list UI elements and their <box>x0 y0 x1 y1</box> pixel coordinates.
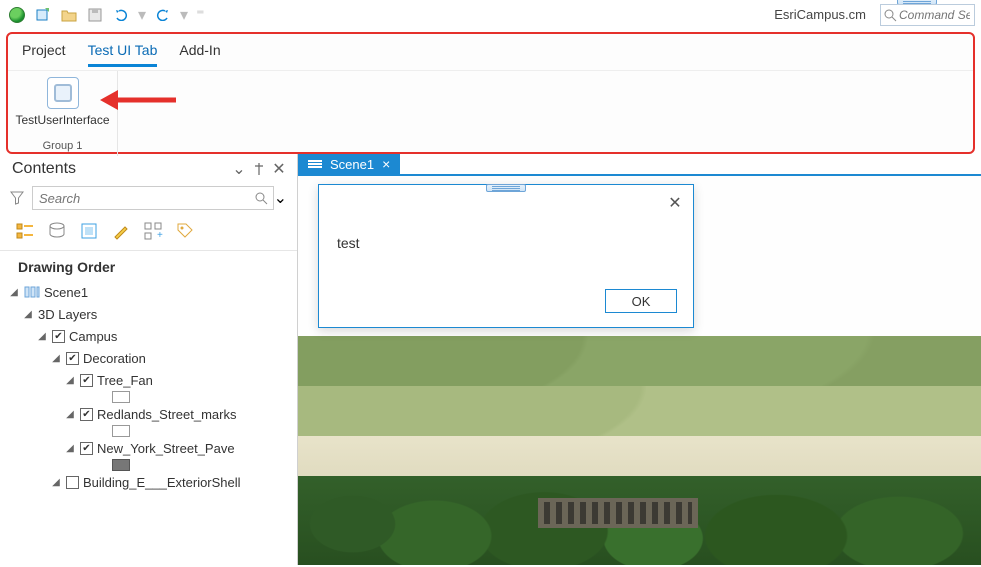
list-by-labeling-icon[interactable] <box>174 220 196 242</box>
tree-redlands[interactable]: ◢ ✔ Redlands_Street_marks <box>8 403 289 425</box>
folder-icon <box>61 8 77 22</box>
ribbon-body: TestUserInterface Group 1 <box>8 70 973 156</box>
dialog-grip[interactable] <box>486 184 526 192</box>
symbol-swatch <box>8 459 289 471</box>
collapse-icon[interactable]: ◢ <box>64 409 76 420</box>
checkbox[interactable]: ✔ <box>80 442 93 455</box>
separator: ▾ <box>136 5 148 25</box>
ribbon-button-label: TestUserInterface <box>8 113 117 127</box>
scene-tab-label: Scene1 <box>330 157 374 172</box>
tree-tree-fan[interactable]: ◢ ✔ Tree_Fan <box>8 369 289 391</box>
tree-newyork[interactable]: ◢ ✔ New_York_Street_Pave <box>8 437 289 459</box>
contents-search-input[interactable] <box>32 186 274 210</box>
tree-campus[interactable]: ◢ ✔ Campus <box>8 325 289 347</box>
new-icon <box>35 7 51 23</box>
project-name: EsriCampus.cm <box>774 7 866 22</box>
contents-title: Contents <box>12 160 76 178</box>
tab-test-ui[interactable]: Test UI Tab <box>88 42 158 67</box>
ribbon-tabs: Project Test UI Tab Add-In <box>8 34 973 67</box>
close-icon[interactable]: ✕ <box>271 161 287 177</box>
open-button[interactable] <box>58 4 80 26</box>
panel-menu-button[interactable]: ⌄ <box>231 161 247 177</box>
tree-label: Building_E___ExteriorShell <box>83 475 241 490</box>
svg-text:+: + <box>157 230 163 241</box>
symbol-swatch <box>8 425 289 437</box>
ribbon-highlight: Project Test UI Tab Add-In TestUserInter… <box>6 32 975 154</box>
app-menu-button[interactable] <box>6 4 28 26</box>
collapse-icon[interactable]: ◢ <box>36 331 48 342</box>
layer-tree: ◢ Scene1 ◢ 3D Layers ◢ ✔ Campus ◢ ✔ Decoration… <box>0 281 297 501</box>
tree-decoration[interactable]: ◢ ✔ Decoration <box>8 347 289 369</box>
tree-label: New_York_Street_Pave <box>97 441 235 456</box>
pin-icon[interactable] <box>251 161 267 177</box>
tab-project[interactable]: Project <box>22 42 66 67</box>
quick-access-toolbar: ▾ ▾ ⁼ EsriCampus.cm <box>0 0 981 30</box>
scene-tabs: Scene1 × <box>298 154 981 176</box>
list-by-selection-icon[interactable] <box>78 220 100 242</box>
ribbon-group-1: TestUserInterface Group 1 <box>8 71 118 156</box>
collapse-icon[interactable]: ◢ <box>8 287 20 298</box>
checkbox[interactable]: ✔ <box>80 374 93 387</box>
qat-customize-dropdown[interactable]: ⁼ <box>194 5 206 25</box>
redo-button[interactable] <box>152 4 174 26</box>
redo-icon <box>155 9 171 21</box>
search-dropdown[interactable]: ⌄ <box>274 188 287 208</box>
contents-header: Contents ⌄ ✕ <box>0 154 297 182</box>
drawing-order-title: Drawing Order <box>0 251 297 281</box>
filter-icon[interactable] <box>10 191 26 205</box>
collapse-icon[interactable]: ◢ <box>50 477 62 488</box>
collapse-icon[interactable]: ◢ <box>64 375 76 386</box>
collapse-icon[interactable]: ◢ <box>64 443 76 454</box>
list-by-source-icon[interactable] <box>46 220 68 242</box>
save-button[interactable] <box>84 4 106 26</box>
contents-search-row: ⌄ <box>0 182 297 216</box>
tree-3d-layers[interactable]: ◢ 3D Layers <box>8 303 289 325</box>
tab-add-in[interactable]: Add-In <box>179 42 220 67</box>
main-row: Contents ⌄ ✕ ⌄ + Drawing Order ◢ Scene1 ◢… <box>0 154 981 565</box>
tree-label: Campus <box>69 329 117 344</box>
search-icon[interactable] <box>254 191 268 205</box>
test-user-interface-button[interactable] <box>47 77 79 109</box>
tree-label: Tree_Fan <box>97 373 153 388</box>
undo-button[interactable] <box>110 4 132 26</box>
scene-tab[interactable]: Scene1 × <box>298 154 400 174</box>
scene-icon <box>24 285 40 299</box>
list-by-snapping-icon[interactable]: + <box>142 220 164 242</box>
ribbon-group-label: Group 1 <box>8 140 117 152</box>
symbol-swatch <box>8 391 289 403</box>
new-button[interactable] <box>32 4 54 26</box>
checkbox[interactable]: ✔ <box>80 408 93 421</box>
message-dialog: ✕ test OK <box>318 184 694 328</box>
checkbox[interactable]: ✔ <box>52 330 65 343</box>
scene-icon <box>308 160 322 168</box>
dialog-message: test <box>337 235 360 251</box>
globe-icon <box>9 7 25 23</box>
ok-button[interactable]: OK <box>605 289 677 313</box>
list-by-drawing-order-icon[interactable] <box>14 220 36 242</box>
save-icon <box>88 8 102 22</box>
search-icon <box>883 8 897 22</box>
checkbox[interactable] <box>66 476 79 489</box>
scene-viewport: Scene1 × ✕ test OK <box>298 154 981 565</box>
tree-building[interactable]: ◢ Building_E___ExteriorShell <box>8 471 289 493</box>
tree-label: Scene1 <box>44 285 88 300</box>
collapse-icon[interactable]: ◢ <box>22 309 34 320</box>
undo-icon <box>113 9 129 21</box>
tree-label: 3D Layers <box>38 307 97 322</box>
command-search[interactable] <box>880 4 975 26</box>
tree-scene[interactable]: ◢ Scene1 <box>8 281 289 303</box>
contents-toolbar: + <box>0 216 297 251</box>
contents-panel: Contents ⌄ ✕ ⌄ + Drawing Order ◢ Scene1 ◢… <box>0 154 298 565</box>
separator: ▾ <box>178 5 190 25</box>
square-icon <box>54 84 72 102</box>
list-by-editing-icon[interactable] <box>110 220 132 242</box>
tree-label: Decoration <box>83 351 146 366</box>
close-icon[interactable]: × <box>382 156 390 172</box>
tree-label: Redlands_Street_marks <box>97 407 236 422</box>
checkbox[interactable]: ✔ <box>66 352 79 365</box>
collapse-icon[interactable]: ◢ <box>50 353 62 364</box>
close-icon[interactable]: ✕ <box>665 193 685 213</box>
